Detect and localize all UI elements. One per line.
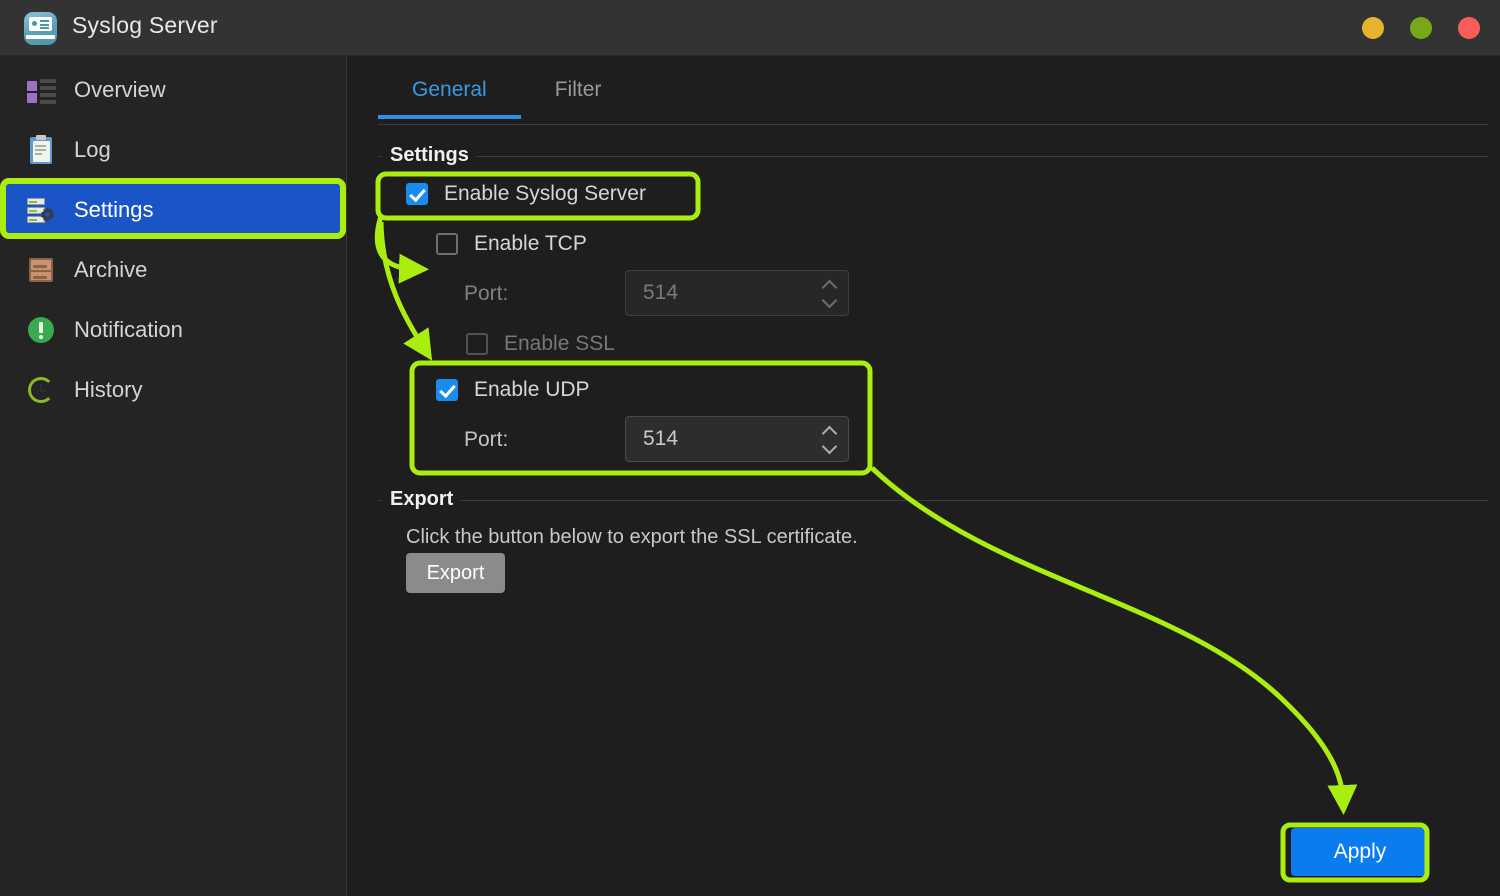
enable-syslog-row[interactable]: Enable Syslog Server [406, 182, 646, 206]
tcp-port-input[interactable]: 514 [625, 270, 849, 316]
enable-udp-row[interactable]: Enable UDP [436, 378, 590, 402]
settings-group-rule [378, 156, 1488, 157]
enable-tcp-row[interactable]: Enable TCP [436, 232, 587, 256]
export-group-title: Export [382, 488, 462, 511]
sidebar-item-notification[interactable]: Notification [4, 304, 343, 356]
app-title: Syslog Server [72, 12, 218, 38]
apply-button[interactable]: Apply [1291, 828, 1429, 876]
sidebar: Overview Log Settings Archive Notificati… [0, 56, 347, 896]
sidebar-item-label: History [74, 377, 143, 402]
content-panel: General Filter Settings Enable Syslog Se… [348, 56, 1500, 896]
export-button[interactable]: Export [406, 553, 505, 593]
export-group-rule [378, 500, 1488, 501]
enable-udp-checkbox[interactable] [436, 379, 458, 401]
sidebar-item-archive[interactable]: Archive [4, 244, 343, 296]
sidebar-item-label: Log [74, 137, 111, 162]
tab-divider [378, 124, 1488, 125]
maximize-button[interactable] [1410, 17, 1432, 39]
notification-icon [25, 314, 57, 346]
settings-icon [25, 194, 57, 226]
tab-filter[interactable]: Filter [521, 66, 636, 114]
chevron-up-icon[interactable] [822, 427, 836, 435]
tcp-port-value: 514 [643, 281, 679, 304]
settings-group-title: Settings [382, 144, 477, 167]
sidebar-item-label: Overview [74, 77, 166, 102]
overview-icon [25, 74, 57, 106]
enable-syslog-label: Enable Syslog Server [444, 182, 646, 205]
tab-bar: General Filter [378, 66, 636, 119]
syslog-server-icon [24, 12, 57, 45]
export-description: Click the button below to export the SSL… [406, 526, 858, 548]
chevron-down-icon[interactable] [822, 297, 836, 305]
sidebar-item-label: Settings [74, 197, 154, 222]
udp-port-label: Port: [464, 428, 509, 451]
udp-port-input[interactable]: 514 [625, 416, 849, 462]
enable-ssl-label: Enable SSL [504, 332, 615, 355]
tab-general[interactable]: General [378, 66, 521, 119]
app-window: Syslog Server Overview Log Settings Arch… [0, 0, 1500, 896]
window-controls [1362, 17, 1480, 39]
tcp-port-stepper[interactable] [822, 281, 836, 305]
sidebar-item-label: Notification [74, 317, 183, 342]
enable-tcp-label: Enable TCP [474, 232, 587, 255]
enable-ssl-row[interactable]: Enable SSL [466, 332, 615, 356]
archive-icon [25, 254, 57, 286]
udp-port-stepper[interactable] [822, 427, 836, 451]
history-icon [25, 374, 57, 406]
enable-ssl-checkbox[interactable] [466, 333, 488, 355]
chevron-up-icon[interactable] [822, 281, 836, 289]
close-button[interactable] [1458, 17, 1480, 39]
chevron-down-icon[interactable] [822, 443, 836, 451]
gear-icon [40, 207, 55, 222]
enable-tcp-checkbox[interactable] [436, 233, 458, 255]
sidebar-item-log[interactable]: Log [4, 124, 343, 176]
sidebar-item-label: Archive [74, 257, 148, 282]
enable-udp-label: Enable UDP [474, 378, 590, 401]
minimize-button[interactable] [1362, 17, 1384, 39]
sidebar-item-overview[interactable]: Overview [4, 64, 343, 116]
log-icon [25, 134, 57, 166]
udp-port-value: 514 [643, 427, 679, 450]
tcp-port-label: Port: [464, 282, 509, 305]
title-bar: Syslog Server [0, 0, 1500, 56]
sidebar-item-history[interactable]: History [4, 364, 343, 416]
enable-syslog-checkbox[interactable] [406, 183, 428, 205]
sidebar-item-settings[interactable]: Settings [4, 184, 343, 236]
